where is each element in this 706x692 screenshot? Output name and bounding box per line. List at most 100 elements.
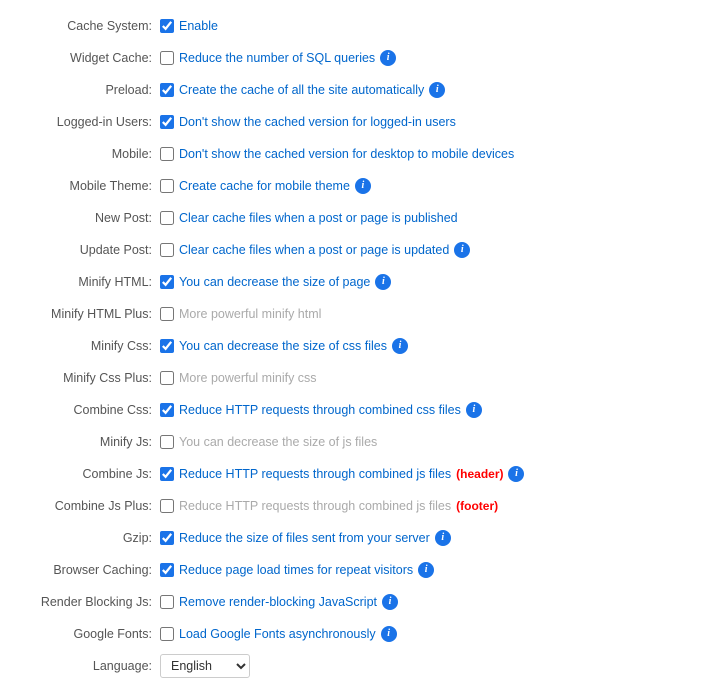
info-icon[interactable]: i bbox=[392, 338, 408, 354]
setting-description: More powerful minify html bbox=[179, 300, 321, 328]
language-control: EnglishFrenchGermanSpanishItalianChinese… bbox=[160, 650, 686, 682]
checkbox-label[interactable]: You can decrease the size of page i bbox=[160, 268, 686, 296]
row-control: Remove render-blocking JavaScript i bbox=[160, 586, 686, 618]
setting-checkbox[interactable] bbox=[160, 339, 174, 353]
checkbox-label[interactable]: More powerful minify html bbox=[160, 300, 686, 328]
info-icon[interactable]: i bbox=[435, 530, 451, 546]
setting-checkbox[interactable] bbox=[160, 563, 174, 577]
setting-description: Load Google Fonts asynchronously bbox=[179, 620, 376, 648]
setting-description: Reduce HTTP requests through combined js… bbox=[179, 460, 451, 488]
setting-checkbox[interactable] bbox=[160, 19, 174, 33]
setting-description: Don't show the cached version for deskto… bbox=[179, 140, 514, 168]
row-control: More powerful minify html bbox=[160, 298, 686, 330]
row-label: Cache System: bbox=[20, 10, 160, 42]
row-control: Reduce HTTP requests through combined js… bbox=[160, 458, 686, 490]
checkbox-label[interactable]: Create the cache of all the site automat… bbox=[160, 76, 686, 104]
setting-checkbox[interactable] bbox=[160, 531, 174, 545]
setting-description: Clear cache files when a post or page is… bbox=[179, 236, 449, 264]
language-select[interactable]: EnglishFrenchGermanSpanishItalianChinese… bbox=[160, 654, 250, 678]
row-label: Combine Css: bbox=[20, 394, 160, 426]
setting-checkbox[interactable] bbox=[160, 179, 174, 193]
info-icon[interactable]: i bbox=[466, 402, 482, 418]
header-tag: (header) bbox=[456, 460, 503, 488]
setting-checkbox[interactable] bbox=[160, 307, 174, 321]
checkbox-label[interactable]: More powerful minify css bbox=[160, 364, 686, 392]
setting-checkbox[interactable] bbox=[160, 147, 174, 161]
info-icon[interactable]: i bbox=[375, 274, 391, 290]
settings-row: Update Post: Clear cache files when a pos… bbox=[20, 234, 686, 266]
setting-checkbox[interactable] bbox=[160, 51, 174, 65]
row-control: Load Google Fonts asynchronously i bbox=[160, 618, 686, 650]
settings-row: Browser Caching:Reduce page load times f… bbox=[20, 554, 686, 586]
setting-checkbox[interactable] bbox=[160, 403, 174, 417]
row-label: Minify HTML: bbox=[20, 266, 160, 298]
setting-checkbox[interactable] bbox=[160, 467, 174, 481]
info-icon[interactable]: i bbox=[381, 626, 397, 642]
info-icon[interactable]: i bbox=[508, 466, 524, 482]
setting-checkbox[interactable] bbox=[160, 243, 174, 257]
checkbox-label[interactable]: Create cache for mobile theme i bbox=[160, 172, 686, 200]
setting-checkbox[interactable] bbox=[160, 435, 174, 449]
setting-checkbox[interactable] bbox=[160, 627, 174, 641]
settings-row: New Post:Clear cache files when a post o… bbox=[20, 202, 686, 234]
row-label: Render Blocking Js: bbox=[20, 586, 160, 618]
settings-row: Cache System:Enable bbox=[20, 10, 686, 42]
row-control: You can decrease the size of css files i bbox=[160, 330, 686, 362]
checkbox-label[interactable]: Reduce HTTP requests through combined js… bbox=[160, 492, 686, 520]
setting-checkbox[interactable] bbox=[160, 275, 174, 289]
row-control: Don't show the cached version for deskto… bbox=[160, 138, 686, 170]
row-label: Update Post: bbox=[20, 234, 160, 266]
row-control: Reduce the number of SQL queries i bbox=[160, 42, 686, 74]
settings-row: Logged-in Users:Don't show the cached ve… bbox=[20, 106, 686, 138]
settings-row: Google Fonts:Load Google Fonts asynchron… bbox=[20, 618, 686, 650]
checkbox-label[interactable]: Reduce HTTP requests through combined cs… bbox=[160, 396, 686, 424]
checkbox-label[interactable]: Reduce page load times for repeat visito… bbox=[160, 556, 686, 584]
checkbox-label[interactable]: Clear cache files when a post or page is… bbox=[160, 236, 686, 264]
setting-checkbox[interactable] bbox=[160, 211, 174, 225]
checkbox-label[interactable]: Don't show the cached version for logged… bbox=[160, 108, 686, 136]
row-label: Minify Js: bbox=[20, 426, 160, 458]
setting-description: Reduce HTTP requests through combined js… bbox=[179, 492, 451, 520]
settings-row: Gzip:Reduce the size of files sent from … bbox=[20, 522, 686, 554]
checkbox-label[interactable]: Load Google Fonts asynchronously i bbox=[160, 620, 686, 648]
info-icon[interactable]: i bbox=[418, 562, 434, 578]
row-label: Minify Css Plus: bbox=[20, 362, 160, 394]
checkbox-label[interactable]: Don't show the cached version for deskto… bbox=[160, 140, 686, 168]
language-row: Language: EnglishFrenchGermanSpanishItal… bbox=[20, 650, 686, 682]
checkbox-label[interactable]: Enable bbox=[160, 12, 686, 40]
row-label: Mobile: bbox=[20, 138, 160, 170]
checkbox-label[interactable]: Clear cache files when a post or page is… bbox=[160, 204, 686, 232]
footer-tag: (footer) bbox=[456, 492, 498, 520]
row-control: Reduce HTTP requests through combined js… bbox=[160, 490, 686, 522]
settings-row: Combine Js Plus:Reduce HTTP requests thr… bbox=[20, 490, 686, 522]
setting-checkbox[interactable] bbox=[160, 595, 174, 609]
row-control: More powerful minify css bbox=[160, 362, 686, 394]
info-icon[interactable]: i bbox=[355, 178, 371, 194]
setting-checkbox[interactable] bbox=[160, 371, 174, 385]
settings-row: Render Blocking Js:Remove render-blockin… bbox=[20, 586, 686, 618]
setting-checkbox[interactable] bbox=[160, 499, 174, 513]
checkbox-label[interactable]: You can decrease the size of js files bbox=[160, 428, 686, 456]
setting-checkbox[interactable] bbox=[160, 115, 174, 129]
checkbox-label[interactable]: Reduce the number of SQL queries i bbox=[160, 44, 686, 72]
setting-description: You can decrease the size of js files bbox=[179, 428, 377, 456]
row-label: Preload: bbox=[20, 74, 160, 106]
row-label: Minify Css: bbox=[20, 330, 160, 362]
settings-row: Preload:Create the cache of all the site… bbox=[20, 74, 686, 106]
checkbox-label[interactable]: Reduce HTTP requests through combined js… bbox=[160, 460, 686, 488]
info-icon[interactable]: i bbox=[429, 82, 445, 98]
checkbox-label[interactable]: You can decrease the size of css files i bbox=[160, 332, 686, 360]
settings-row: Combine Css:Reduce HTTP requests through… bbox=[20, 394, 686, 426]
setting-description: Reduce page load times for repeat visito… bbox=[179, 556, 413, 584]
row-control: Don't show the cached version for logged… bbox=[160, 106, 686, 138]
info-icon[interactable]: i bbox=[380, 50, 396, 66]
row-label: Minify HTML Plus: bbox=[20, 298, 160, 330]
info-icon[interactable]: i bbox=[382, 594, 398, 610]
setting-checkbox[interactable] bbox=[160, 83, 174, 97]
settings-row: Minify Js: You can decrease the size of j… bbox=[20, 426, 686, 458]
checkbox-label[interactable]: Remove render-blocking JavaScript i bbox=[160, 588, 686, 616]
info-icon[interactable]: i bbox=[454, 242, 470, 258]
settings-row: Minify HTML:You can decrease the size of… bbox=[20, 266, 686, 298]
row-label: Combine Js: bbox=[20, 458, 160, 490]
row-control: Reduce the size of files sent from your … bbox=[160, 522, 686, 554]
